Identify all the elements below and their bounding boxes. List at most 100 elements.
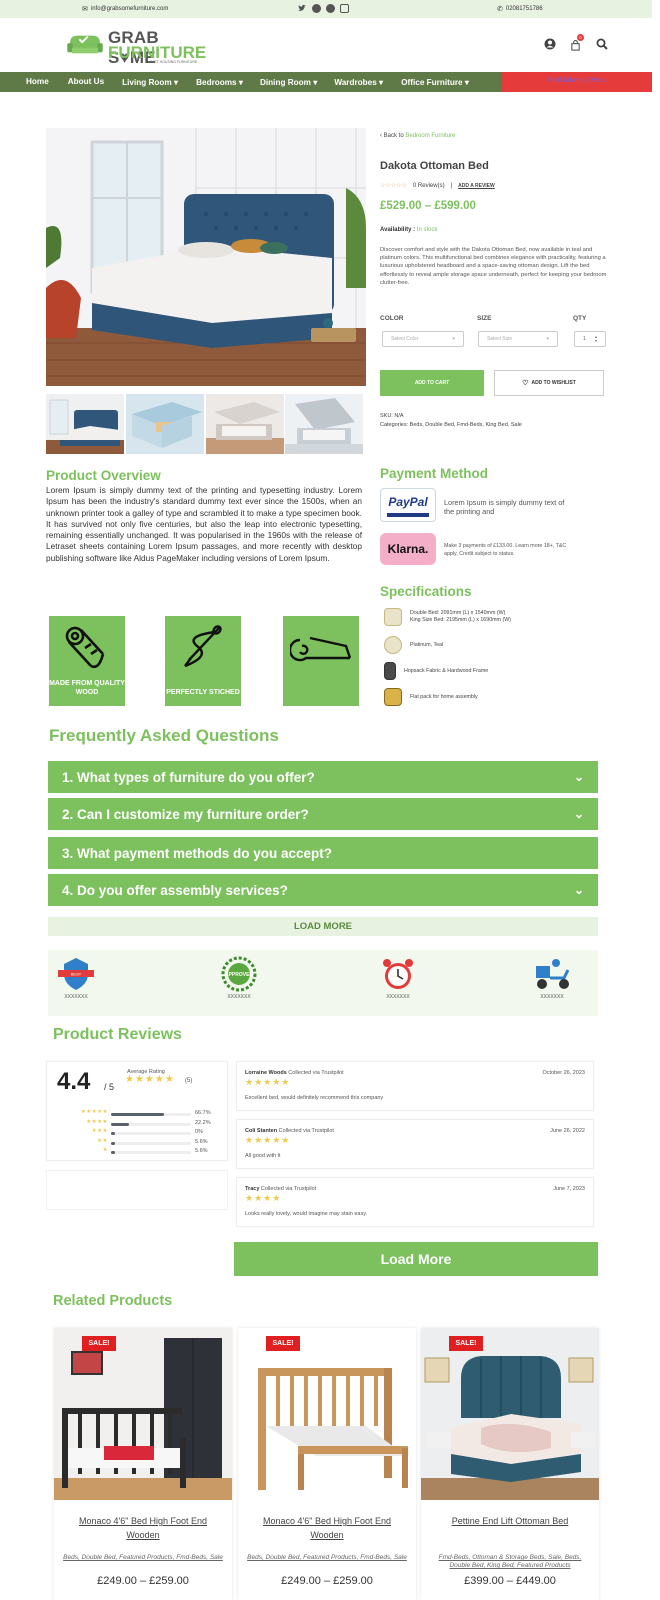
breadcrumb-link[interactable]: Bedroom Furniture xyxy=(405,133,455,139)
nav-item[interactable]: Home xyxy=(26,77,49,87)
product-card-name[interactable]: Monaco 4'6" Bed High Foot End Wooden xyxy=(62,1514,224,1542)
site-logo[interactable]: GRAB S♥ME FURNITURE FAST HOUSING FURNITU… xyxy=(64,28,206,67)
add-to-cart-button[interactable]: ADD TO CART xyxy=(380,370,484,396)
review-card: Lorraine Woods Collected via Trustpilot O… xyxy=(236,1061,594,1111)
product-card-categories[interactable]: Beds, Double Bed, Featured Products, Fmd… xyxy=(62,1554,224,1562)
breakdown-bar-track xyxy=(111,1141,191,1145)
chevron-down-icon: ▾ xyxy=(452,336,455,342)
alarm-clock-icon xyxy=(383,959,413,989)
size-select-value: Select Size xyxy=(487,336,513,342)
faq-load-more-button[interactable]: LOAD MORE xyxy=(48,917,598,936)
chevron-down-icon: ⌄ xyxy=(573,770,584,784)
faq-item[interactable]: 4. Do you offer assembly services? ⌄ xyxy=(48,874,598,906)
product-card-price: £249.00 – £259.00 xyxy=(97,1575,189,1587)
breakdown-bar-fill xyxy=(111,1113,165,1116)
spec-dimensions: Double Bed: 2091mm (L) x 1540mm (W) King… xyxy=(384,608,511,626)
facebook-icon[interactable] xyxy=(312,4,321,13)
instagram-icon[interactable] xyxy=(340,4,349,13)
nav-fast-moving-deals[interactable]: Fast Moving Deals xyxy=(502,72,652,92)
bed-open-thumb-photo xyxy=(285,394,363,454)
email-contact[interactable]: ✉ info@grabsomefurniture.com xyxy=(82,5,168,13)
nav-item[interactable]: Living Room ▾ xyxy=(122,77,178,87)
product-card-image[interactable]: SALE! xyxy=(238,1328,416,1500)
size-select[interactable]: Select Size ▾ xyxy=(478,331,558,347)
bed-storage-thumb-photo xyxy=(126,394,204,454)
product-card-categories[interactable]: Fmd-Beds, Ottoman & Storage Beds, Sale, … xyxy=(429,1554,591,1570)
phone-contact[interactable]: ✆ 02081751786 xyxy=(497,5,543,13)
review-stars: ★★★★★ xyxy=(245,1077,291,1087)
reviewer-name: Lorraine Woods xyxy=(245,1070,287,1076)
nav-item[interactable]: Office Furniture ▾ xyxy=(401,77,469,87)
review-count: 0 Review(s) xyxy=(412,182,445,189)
pinterest-icon[interactable] xyxy=(326,4,335,13)
spec-text: Platinum, Teal xyxy=(410,642,444,648)
product-thumbnail[interactable] xyxy=(126,394,204,454)
spec-colors: Platinum, Teal xyxy=(384,636,443,654)
quantity-stepper[interactable]: 1 ▴ ▾ xyxy=(574,331,606,347)
wood-log-icon xyxy=(65,626,105,669)
color-label: COLOR xyxy=(380,315,404,322)
twitter-icon[interactable] xyxy=(298,4,307,13)
reviews-empty-panel xyxy=(46,1170,228,1210)
add-review-link[interactable]: ADD A REVIEW xyxy=(458,183,495,189)
breakdown-stars: ★ xyxy=(102,1147,108,1153)
product-card-price: £249.00 – £259.00 xyxy=(281,1575,373,1587)
product-card-image[interactable]: SALE! xyxy=(421,1328,599,1500)
rating-breakdown-row: ★ 5.6% xyxy=(55,1147,220,1156)
trust-badge: APPROVED XXXXXXX xyxy=(219,956,259,1000)
paypal-logo-stripe xyxy=(387,513,429,517)
stepper-arrows-icon[interactable]: ▴ ▾ xyxy=(595,335,597,343)
wishlist-label: ADD TO WISHLIST xyxy=(531,380,576,386)
cart-button[interactable]: 0 xyxy=(570,34,584,51)
product-card-categories[interactable]: Beds, Double Bed, Featured Products, Fmd… xyxy=(246,1554,408,1562)
product-card-image[interactable]: SALE! xyxy=(54,1328,232,1500)
product-thumbnail[interactable] xyxy=(46,394,124,454)
product-card-name[interactable]: Pettine End Lift Ottoman Bed xyxy=(429,1514,591,1528)
faq-item[interactable]: 1. What types of furniture do you offer?… xyxy=(48,761,598,793)
product-thumbnail[interactable] xyxy=(285,394,363,454)
breakdown-bar-track xyxy=(111,1132,191,1135)
faq-item[interactable]: 2. Can I customize my furniture order? ⌄ xyxy=(48,798,598,830)
search-icon[interactable] xyxy=(596,38,608,50)
product-card-name[interactable]: Monaco 4'6" Bed High Foot End Wooden xyxy=(246,1514,408,1542)
color-select[interactable]: Select Color ▾ xyxy=(382,331,464,347)
breakdown-stars: ★★★★ xyxy=(86,1118,108,1125)
product-thumbnail[interactable] xyxy=(206,394,284,454)
spec-text: Hopsack Fabric & Hardwood Frame xyxy=(404,668,489,674)
review-date: October 26, 2023 xyxy=(542,1070,585,1076)
rating-value: 4.4 xyxy=(57,1068,91,1095)
related-products-title: Related Products xyxy=(53,1293,173,1309)
product-main-image[interactable] xyxy=(46,128,366,386)
product-card[interactable]: SALE! Monaco 4'6" Bed High Foot End Wood… xyxy=(238,1328,416,1600)
teal-ottoman-bed-photo xyxy=(421,1328,599,1500)
nav-item[interactable]: Bedrooms ▾ xyxy=(196,77,243,87)
faq-item[interactable]: 3. What payment methods do you accept?⌄ xyxy=(48,837,598,869)
account-icon[interactable] xyxy=(544,38,556,50)
nav-item[interactable]: Wardrobes ▾ xyxy=(334,77,383,87)
chevron-down-icon: ⌄ xyxy=(573,807,584,821)
product-card[interactable]: SALE! Pettine End Lift Ottoman Bed Fmd-B… xyxy=(421,1328,599,1600)
breakdown-pct: 5.6% xyxy=(195,1148,208,1154)
faq-question: 1. What types of furniture do you offer? xyxy=(62,769,315,785)
product-card-price: £399.00 – £449.00 xyxy=(464,1575,556,1587)
klarna-logo: Klarna. xyxy=(380,533,436,565)
faq-question: 2. Can I customize my furniture order? xyxy=(62,806,309,822)
ruler-icon xyxy=(384,608,402,626)
breakdown-bar-fill xyxy=(111,1122,129,1126)
review-text: Looks really lovely, would imagine may s… xyxy=(245,1211,368,1217)
add-to-wishlist-button[interactable]: ♡ ADD TO WISHLIST xyxy=(494,370,604,396)
email-text: info@grabsomefurniture.com xyxy=(90,6,169,12)
reviews-load-more-button[interactable]: Load More xyxy=(234,1242,598,1276)
nav-item[interactable]: About Us xyxy=(68,77,104,87)
product-card[interactable]: SALE! Monaco 4'6" Bed High Foot End Wood… xyxy=(54,1328,232,1600)
breadcrumb-prefix: ‹ Back to xyxy=(380,133,404,139)
overview-title: Product Overview xyxy=(46,468,161,483)
email-icon: ✉ xyxy=(82,6,88,13)
quantity-value: 1 xyxy=(583,336,586,342)
social-links xyxy=(298,4,349,13)
klarna-text: Make 3 payments of £133.00. Learn more 1… xyxy=(444,543,567,557)
nav-item[interactable]: Dining Room ▾ xyxy=(260,77,317,87)
delivery-scooter-icon xyxy=(536,959,570,989)
average-stars: ★★★★★ xyxy=(125,1074,175,1085)
specifications-title: Specifications xyxy=(380,584,472,599)
